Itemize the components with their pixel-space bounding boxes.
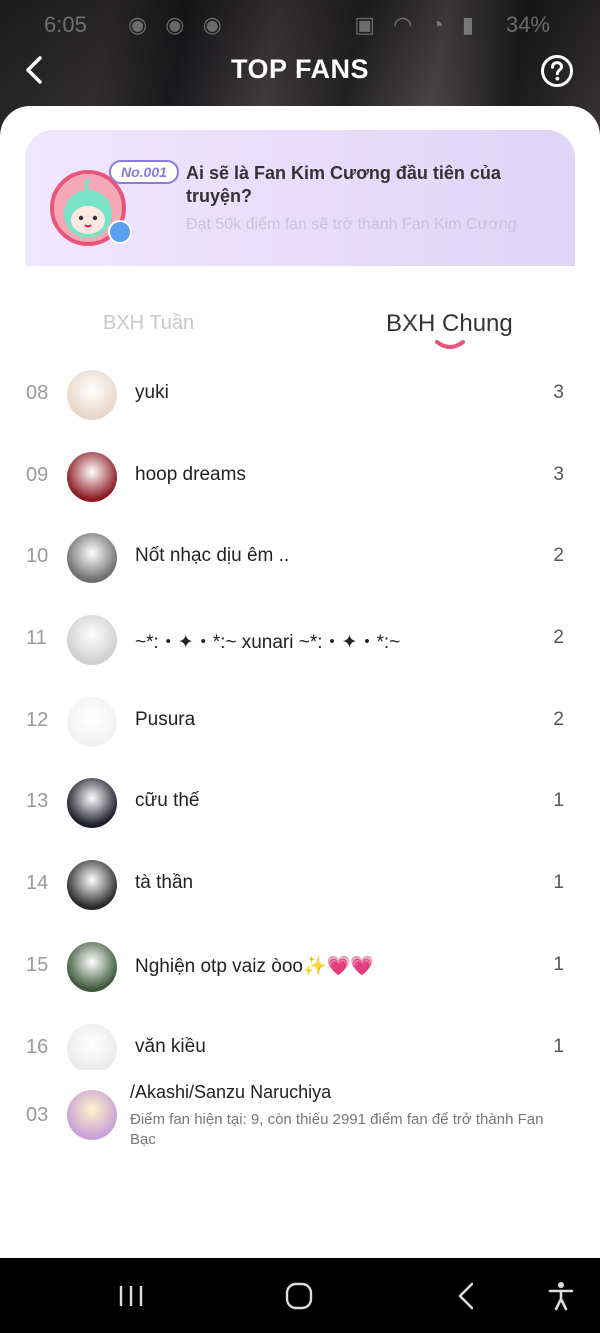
fan-name: Nghiện otp vaiz òoo✨💗💗 (135, 955, 374, 977)
page-title: TOP FANS (230, 54, 370, 84)
fan-score: 1 (553, 872, 564, 894)
rank-number: 08 (26, 382, 49, 404)
avatar[interactable] (67, 941, 117, 992)
home-button[interactable] (282, 1280, 316, 1312)
status-time: 6:05 (44, 12, 87, 37)
rank-number: 16 (26, 1035, 49, 1058)
diamond-badge-icon (108, 220, 132, 244)
status-battery: 34% (505, 12, 550, 37)
fan-name: cữu thế (135, 790, 200, 812)
rank-number: 14 (26, 872, 49, 895)
avatar[interactable] (67, 451, 117, 502)
avatar[interactable] (67, 696, 117, 747)
rank-number: 13 (26, 790, 49, 813)
my-rank-number: 03 (26, 1104, 49, 1126)
ranking-row[interactable]: 13 cữu thế 1 (0, 762, 600, 844)
fan-name: Nốt nhạc dịu êm .. (135, 545, 290, 567)
ranking-row[interactable]: 11 ~*:・✦・*:~ xunari ~*:・✦・*:~ 2 (0, 599, 600, 681)
fan-score: 2 (553, 708, 564, 730)
ranking-list: 08 yuki 3 09 hoop dreams 3 10 Nốt nhạc dịu êm .… (0, 354, 600, 1171)
rank-number: 09 (26, 463, 49, 486)
fan-score: 2 (553, 545, 564, 567)
fan-name: hoop dreams (135, 463, 246, 485)
fan-score: 3 (553, 382, 564, 403)
home-icon (285, 1282, 313, 1310)
system-nav-bar (0, 1258, 600, 1333)
fan-name: văn kiều (135, 1035, 206, 1057)
avatar[interactable] (67, 778, 117, 829)
my-avatar (67, 1090, 117, 1140)
help-button[interactable] (540, 54, 574, 88)
fan-name: ~*:・✦・*:~ xunari ~*:・✦・*:~ (135, 632, 401, 654)
fan-name: tà thần (135, 872, 194, 894)
my-rank-row[interactable]: 03 /Akashi/Sanzu Naruchiya Điểm fan hiện… (0, 1070, 600, 1156)
back-arrow-icon (458, 1282, 474, 1310)
my-fan-progress: Điểm fan hiện tại: 9, còn thiếu 2991 điể… (130, 1111, 544, 1148)
fan-score: 1 (553, 953, 564, 975)
my-name: /Akashi/Sanzu Naruchiya (130, 1082, 332, 1102)
fan-name: yuki (135, 382, 169, 403)
banner-subtitle: Đạt 50k điểm fan sẽ trở thành Fan Kim Cư… (186, 216, 517, 233)
ranking-row[interactable]: 15 Nghiện otp vaiz òoo✨💗💗 1 (0, 926, 600, 1008)
active-tab-indicator (435, 340, 465, 349)
ranking-row[interactable]: 09 hoop dreams 3 (0, 436, 600, 518)
tab-weekly-ranking[interactable]: BXH Tuần (103, 312, 194, 335)
signal-icons: ▣ ◠ ◔ ▮ (354, 12, 480, 37)
help-icon (541, 55, 573, 87)
avatar[interactable] (67, 533, 117, 584)
fan-score: 2 (553, 627, 564, 649)
fan-score: 3 (553, 463, 564, 485)
rank-number: 10 (26, 545, 49, 568)
tab-overall-ranking[interactable]: BXH Chung (386, 310, 513, 338)
avatar[interactable] (67, 615, 117, 666)
avatar[interactable] (67, 1023, 117, 1074)
rank-tag: No.001 (109, 160, 179, 184)
fan-score: 1 (553, 790, 564, 812)
fan-score: 1 (553, 1035, 564, 1057)
status-bar: 6:05 ◉ ◉ ◉ ▣ ◠ ◔ ▮ 34% (0, 8, 600, 42)
avatar[interactable] (67, 370, 117, 420)
ranking-row[interactable]: 14 tà thần 1 (0, 844, 600, 926)
accessibility-icon (548, 1282, 574, 1311)
diamond-fan-banner[interactable]: No.001 Ai sẽ là Fan Kim Cương đầu tiên c… (25, 130, 575, 266)
rank-number: 11 (26, 627, 47, 650)
ranking-row[interactable]: 10 Nốt nhạc dịu êm .. 2 (0, 517, 600, 599)
system-back-button[interactable] (450, 1280, 484, 1312)
recent-apps-button[interactable] (114, 1280, 148, 1312)
rank-number: 12 (26, 708, 49, 731)
avatar[interactable] (67, 860, 117, 911)
accessibility-button[interactable] (544, 1280, 578, 1312)
ranking-row[interactable]: 08 yuki 3 (0, 354, 600, 436)
notification-icons: ◉ ◉ ◉ (128, 12, 228, 37)
ranking-row[interactable]: 12 Pusura 2 (0, 681, 600, 763)
recent-apps-icon (119, 1286, 143, 1306)
banner-title: Ai sẽ là Fan Kim Cương đầu tiên của truy… (186, 163, 501, 206)
fan-name: Pusura (135, 708, 196, 730)
rank-number: 15 (26, 953, 49, 976)
